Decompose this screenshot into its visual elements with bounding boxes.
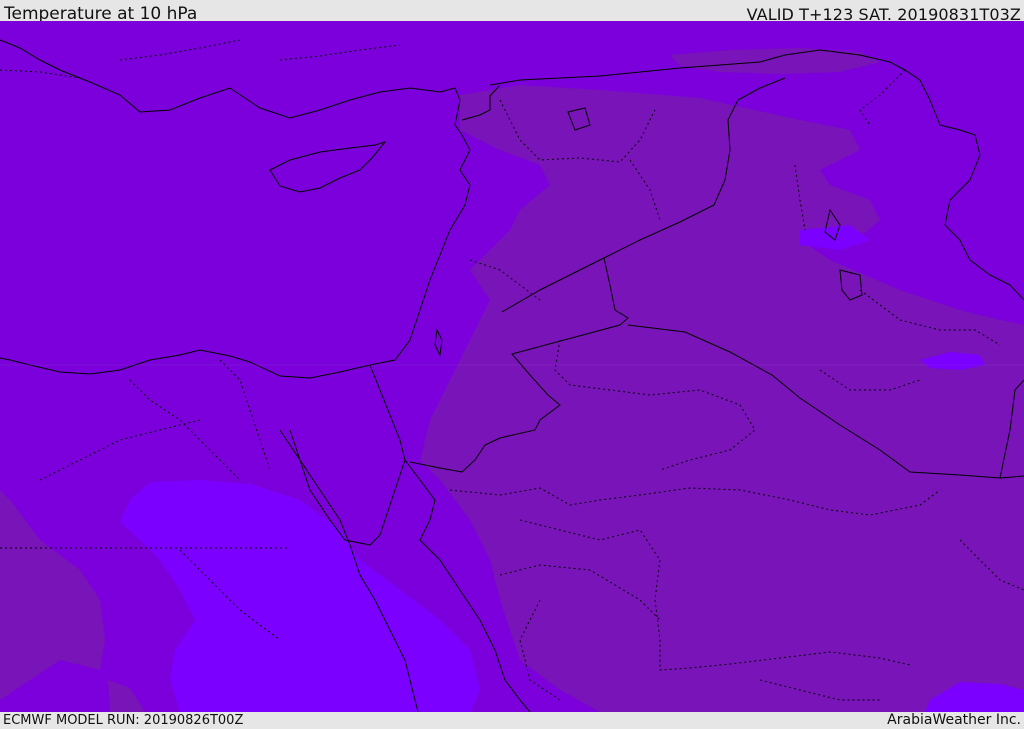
footer-bar: ECMWF MODEL RUN: 20190826T00Z ArabiaWeat… [0,712,1024,729]
credit-label: ArabiaWeather Inc. [887,712,1021,728]
temperature-map [0,21,1024,712]
model-run-label: ECMWF MODEL RUN: 20190826T00Z [3,713,244,728]
title-bar: Temperature at 10 hPa VALID T+123 SAT. 2… [0,0,1024,24]
